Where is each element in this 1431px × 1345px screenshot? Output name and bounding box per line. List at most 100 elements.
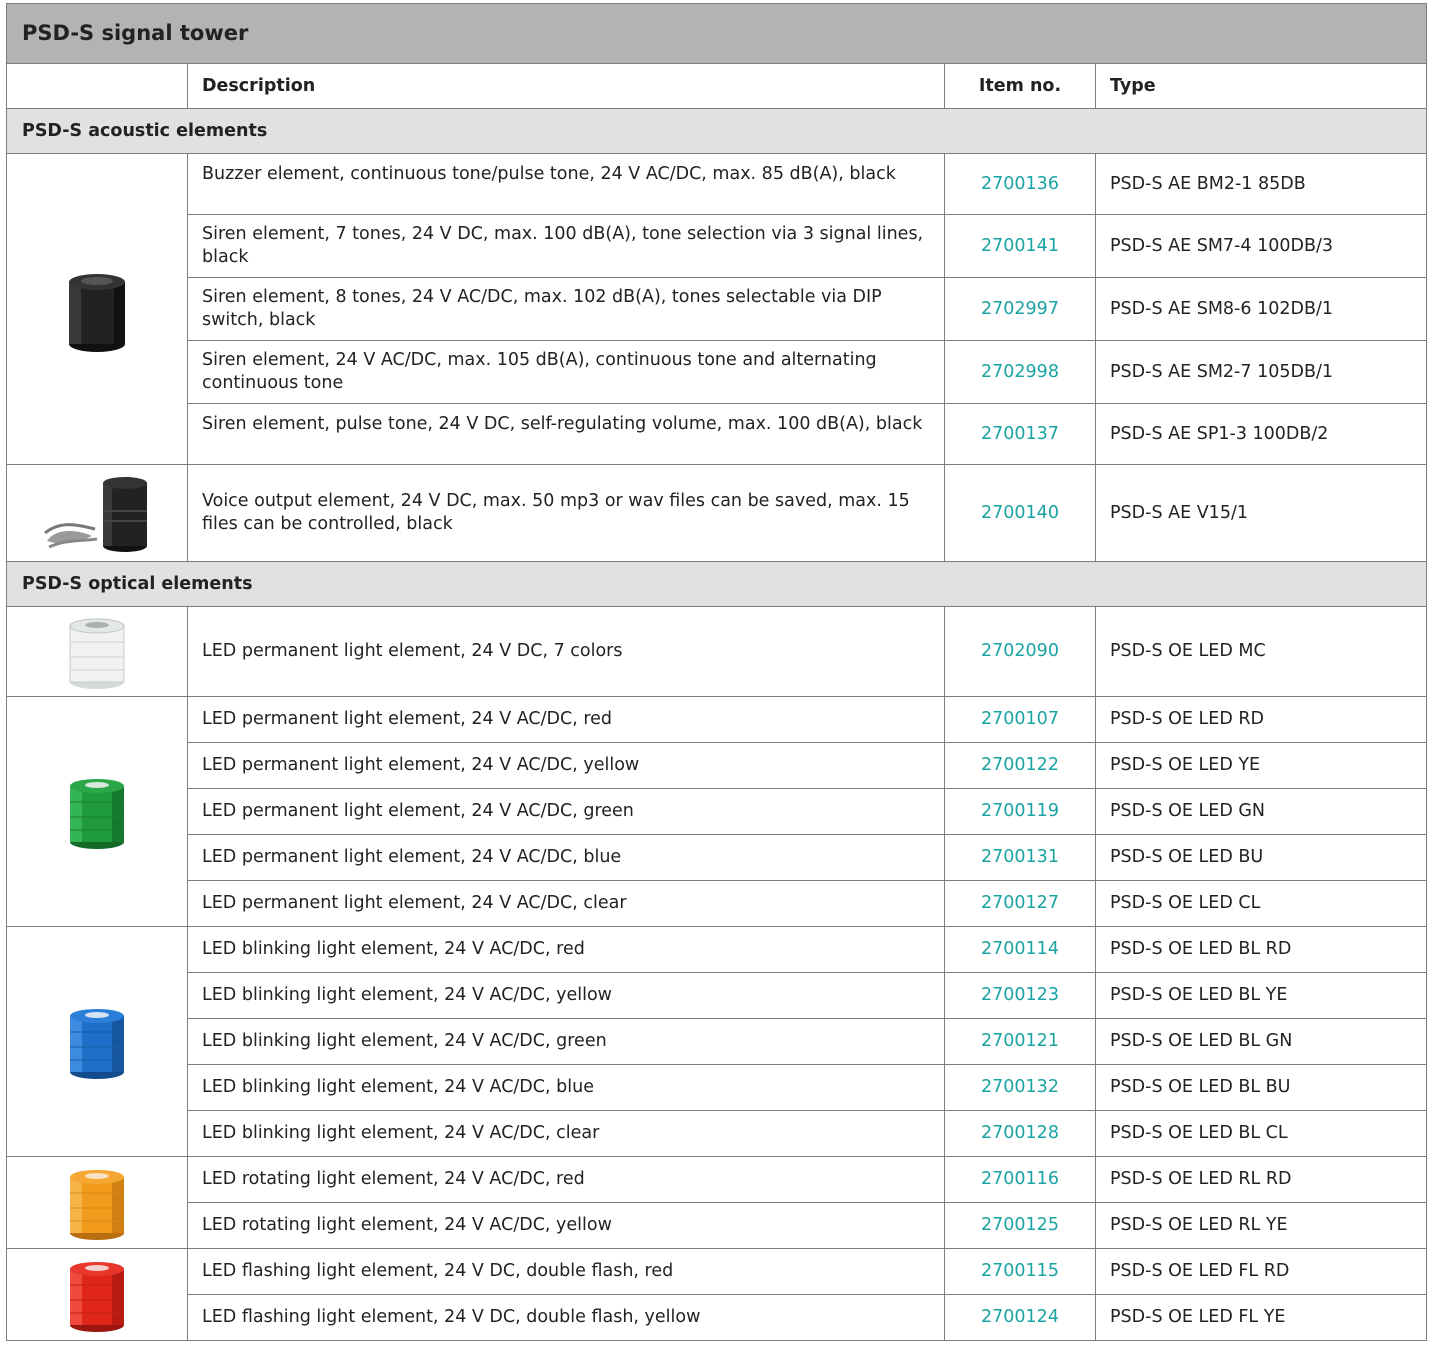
- table-row: LED flashing light element, 24 V DC, dou…: [7, 1294, 1428, 1341]
- item-number-link[interactable]: 2700125: [944, 1202, 1096, 1249]
- product-image-cell: [6, 1248, 188, 1341]
- row-type: PSD-S OE LED BU: [1094, 834, 1428, 881]
- table-row: LED permanent light element, 24 V AC/DC,…: [7, 834, 1428, 881]
- table-row: LED rotating light element, 24 V AC/DC, …: [6, 1156, 1428, 1249]
- item-number-link[interactable]: 2700127: [944, 880, 1096, 927]
- product-image-cell: [6, 464, 188, 562]
- row-type: PSD-S OE LED BL RD: [1094, 926, 1428, 973]
- item-number-link[interactable]: 2700116: [944, 1156, 1096, 1203]
- row-type: PSD-S AE SP1-3 100DB/2: [1094, 403, 1428, 465]
- row-description: LED permanent light element, 24 V DC, 7 …: [187, 606, 945, 697]
- item-number-link[interactable]: 2700137: [944, 403, 1096, 465]
- row-type: PSD-S OE LED BL YE: [1094, 972, 1428, 1019]
- row-type: PSD-S OE LED MC: [1094, 606, 1428, 697]
- item-number-link[interactable]: 2700121: [944, 1018, 1096, 1065]
- table-row: LED permanent light element, 24 V AC/DC,…: [6, 696, 1428, 927]
- item-number-link[interactable]: 2700123: [944, 972, 1096, 1019]
- clear-light-element-icon: [69, 618, 125, 689]
- row-description: LED blinking light element, 24 V AC/DC, …: [187, 1018, 945, 1065]
- product-image-cell: [6, 696, 188, 927]
- table-row: LED blinking light element, 24 V AC/DC, …: [7, 1110, 1428, 1157]
- item-number-link[interactable]: 2700136: [944, 153, 1096, 215]
- green-light-element-icon: [70, 778, 124, 849]
- table-row: LED blinking light element, 24 V AC/DC, …: [7, 1064, 1428, 1111]
- row-description: LED blinking light element, 24 V AC/DC, …: [187, 1064, 945, 1111]
- row-type: PSD-S OE LED YE: [1094, 742, 1428, 789]
- section-acoustic-elements: PSD-S acoustic elements: [5, 108, 1428, 154]
- table-row: LED blinking light element, 24 V AC/DC, …: [7, 972, 1428, 1019]
- item-number-link[interactable]: 2700119: [944, 788, 1096, 835]
- table-row: LED permanent light element, 24 V AC/DC,…: [7, 742, 1428, 789]
- table-row: LED permanent light element, 24 V AC/DC,…: [7, 880, 1428, 927]
- item-number-link[interactable]: 2700140: [944, 464, 1096, 562]
- item-number-link[interactable]: 2700131: [944, 834, 1096, 881]
- blue-light-element-icon: [70, 1008, 124, 1079]
- item-number-link[interactable]: 2700128: [944, 1110, 1096, 1157]
- row-type: PSD-S OE LED GN: [1094, 788, 1428, 835]
- row-description: LED permanent light element, 24 V AC/DC,…: [187, 788, 945, 835]
- black-buzzer-element-icon: [69, 274, 125, 352]
- row-description: Siren element, 8 tones, 24 V AC/DC, max.…: [187, 277, 945, 341]
- row-type: PSD-S AE BM2-1 85DB: [1094, 153, 1428, 215]
- row-description: LED blinking light element, 24 V AC/DC, …: [187, 972, 945, 1019]
- table-row: LED blinking light element, 24 V AC/DC, …: [7, 1018, 1428, 1065]
- section-optical-elements: PSD-S optical elements: [5, 561, 1428, 607]
- row-description: LED permanent light element, 24 V AC/DC,…: [187, 742, 945, 789]
- item-number-link[interactable]: 2700114: [944, 926, 1096, 973]
- header-description: Description: [187, 63, 945, 109]
- row-description: Siren element, 7 tones, 24 V DC, max. 10…: [187, 214, 945, 278]
- item-number-link[interactable]: 2700141: [944, 214, 1096, 278]
- row-description: Siren element, 24 V AC/DC, max. 105 dB(A…: [187, 340, 945, 404]
- product-image-cell: [6, 153, 188, 465]
- row-description: LED permanent light element, 24 V AC/DC,…: [187, 834, 945, 881]
- row-description: LED flashing light element, 24 V DC, dou…: [187, 1294, 945, 1341]
- orange-light-element-icon: [70, 1169, 124, 1240]
- table-row: Siren element, 7 tones, 24 V DC, max. 10…: [7, 214, 1428, 278]
- red-light-element-icon: [70, 1261, 124, 1332]
- item-number-link[interactable]: 2702090: [944, 606, 1096, 697]
- table-row: LED blinking light element, 24 V AC/DC, …: [6, 926, 1428, 1157]
- table-row: Siren element, 24 V AC/DC, max. 105 dB(A…: [7, 340, 1428, 404]
- item-number-link[interactable]: 2700107: [944, 696, 1096, 743]
- header-item-no: Item no.: [944, 63, 1096, 109]
- row-description: LED permanent light element, 24 V AC/DC,…: [187, 880, 945, 927]
- item-number-link[interactable]: 2702998: [944, 340, 1096, 404]
- row-type: PSD-S AE SM8-6 102DB/1: [1094, 277, 1428, 341]
- row-type: PSD-S OE LED CL: [1094, 880, 1428, 927]
- row-type: PSD-S AE SM7-4 100DB/3: [1094, 214, 1428, 278]
- row-type: PSD-S OE LED RL RD: [1094, 1156, 1428, 1203]
- row-type: PSD-S OE LED RL YE: [1094, 1202, 1428, 1249]
- row-type: PSD-S OE LED BL GN: [1094, 1018, 1428, 1065]
- table-row: Buzzer element, continuous tone/pulse to…: [6, 153, 1428, 465]
- item-number-link[interactable]: 2700124: [944, 1294, 1096, 1341]
- table-row: LED flashing light element, 24 V DC, dou…: [6, 1248, 1428, 1341]
- item-number-link[interactable]: 2700132: [944, 1064, 1096, 1111]
- product-image-cell: [6, 926, 188, 1157]
- row-type: PSD-S OE LED BL BU: [1094, 1064, 1428, 1111]
- table-row: Siren element, pulse tone, 24 V DC, self…: [7, 403, 1428, 465]
- product-table: PSD-S signal tower Description Item no. …: [5, 3, 1428, 1341]
- row-description: LED rotating light element, 24 V AC/DC, …: [187, 1202, 945, 1249]
- table-row: Siren element, 8 tones, 24 V AC/DC, max.…: [7, 277, 1428, 341]
- row-type: PSD-S OE LED FL RD: [1094, 1248, 1428, 1295]
- row-description: LED rotating light element, 24 V AC/DC, …: [187, 1156, 945, 1203]
- table-row: Voice output element, 24 V DC, max. 50 m…: [6, 464, 1428, 562]
- row-description: Voice output element, 24 V DC, max. 50 m…: [187, 464, 945, 562]
- header-row: Description Item no. Type: [6, 63, 1428, 109]
- table-row: LED permanent light element, 24 V DC, 7 …: [6, 606, 1428, 697]
- item-number-link[interactable]: 2700115: [944, 1248, 1096, 1295]
- row-description: LED blinking light element, 24 V AC/DC, …: [187, 1110, 945, 1157]
- row-type: PSD-S OE LED BL CL: [1094, 1110, 1428, 1157]
- item-number-link[interactable]: 2702997: [944, 277, 1096, 341]
- row-description: Buzzer element, continuous tone/pulse to…: [187, 153, 945, 215]
- row-type: PSD-S OE LED FL YE: [1094, 1294, 1428, 1341]
- row-type: PSD-S AE SM2-7 105DB/1: [1094, 340, 1428, 404]
- table-title: PSD-S signal tower: [5, 3, 1428, 64]
- product-image-cell: [6, 1156, 188, 1249]
- row-description: LED flashing light element, 24 V DC, dou…: [187, 1248, 945, 1295]
- row-description: Siren element, pulse tone, 24 V DC, self…: [187, 403, 945, 465]
- table-row: LED rotating light element, 24 V AC/DC, …: [7, 1202, 1428, 1249]
- header-type: Type: [1094, 63, 1428, 109]
- item-number-link[interactable]: 2700122: [944, 742, 1096, 789]
- row-type: PSD-S AE V15/1: [1094, 464, 1428, 562]
